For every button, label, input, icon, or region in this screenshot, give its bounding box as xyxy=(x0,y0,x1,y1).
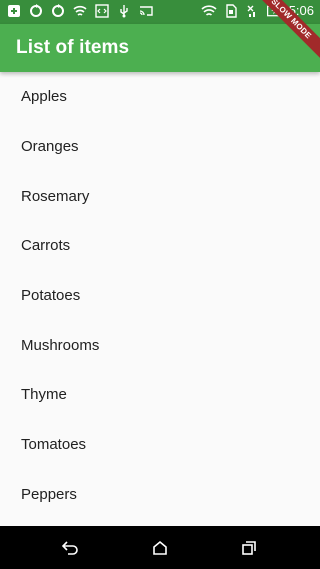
recents-icon[interactable] xyxy=(239,538,259,558)
back-icon[interactable] xyxy=(61,538,81,558)
list-item[interactable]: Peppers xyxy=(0,470,320,520)
list-item[interactable]: Thyme xyxy=(0,370,320,420)
home-icon[interactable] xyxy=(150,538,170,558)
page-title: List of items xyxy=(16,37,130,58)
battery-charging-icon xyxy=(266,3,283,19)
code-icon xyxy=(94,3,110,19)
sync-icon xyxy=(50,3,66,19)
list-item[interactable]: Potatoes xyxy=(0,271,320,321)
sync-icon xyxy=(28,3,44,19)
add-box-icon xyxy=(6,3,22,19)
list-item[interactable]: Tomatoes xyxy=(0,420,320,470)
list-item[interactable]: Carrots xyxy=(0,221,320,271)
no-signal-icon xyxy=(245,3,261,19)
status-bar: 5:06 xyxy=(0,0,320,24)
usb-icon xyxy=(116,3,132,19)
list-item[interactable]: Rosemary xyxy=(0,171,320,221)
navigation-bar xyxy=(0,526,320,569)
status-icons-right: 5:06 xyxy=(201,3,314,19)
clock: 5:06 xyxy=(288,3,314,18)
list-item[interactable]: Mushrooms xyxy=(0,320,320,370)
item-list[interactable]: Apples Oranges Rosemary Carrots Potatoes… xyxy=(0,72,320,526)
wifi-icon xyxy=(72,3,88,19)
cast-icon xyxy=(138,3,154,19)
list-item[interactable]: Oranges xyxy=(0,122,320,172)
wifi-icon xyxy=(201,3,217,19)
list-item[interactable]: Apples xyxy=(0,72,320,122)
app-bar: List of items xyxy=(0,24,320,72)
sim-icon xyxy=(223,3,239,19)
status-icons-left xyxy=(6,3,154,19)
